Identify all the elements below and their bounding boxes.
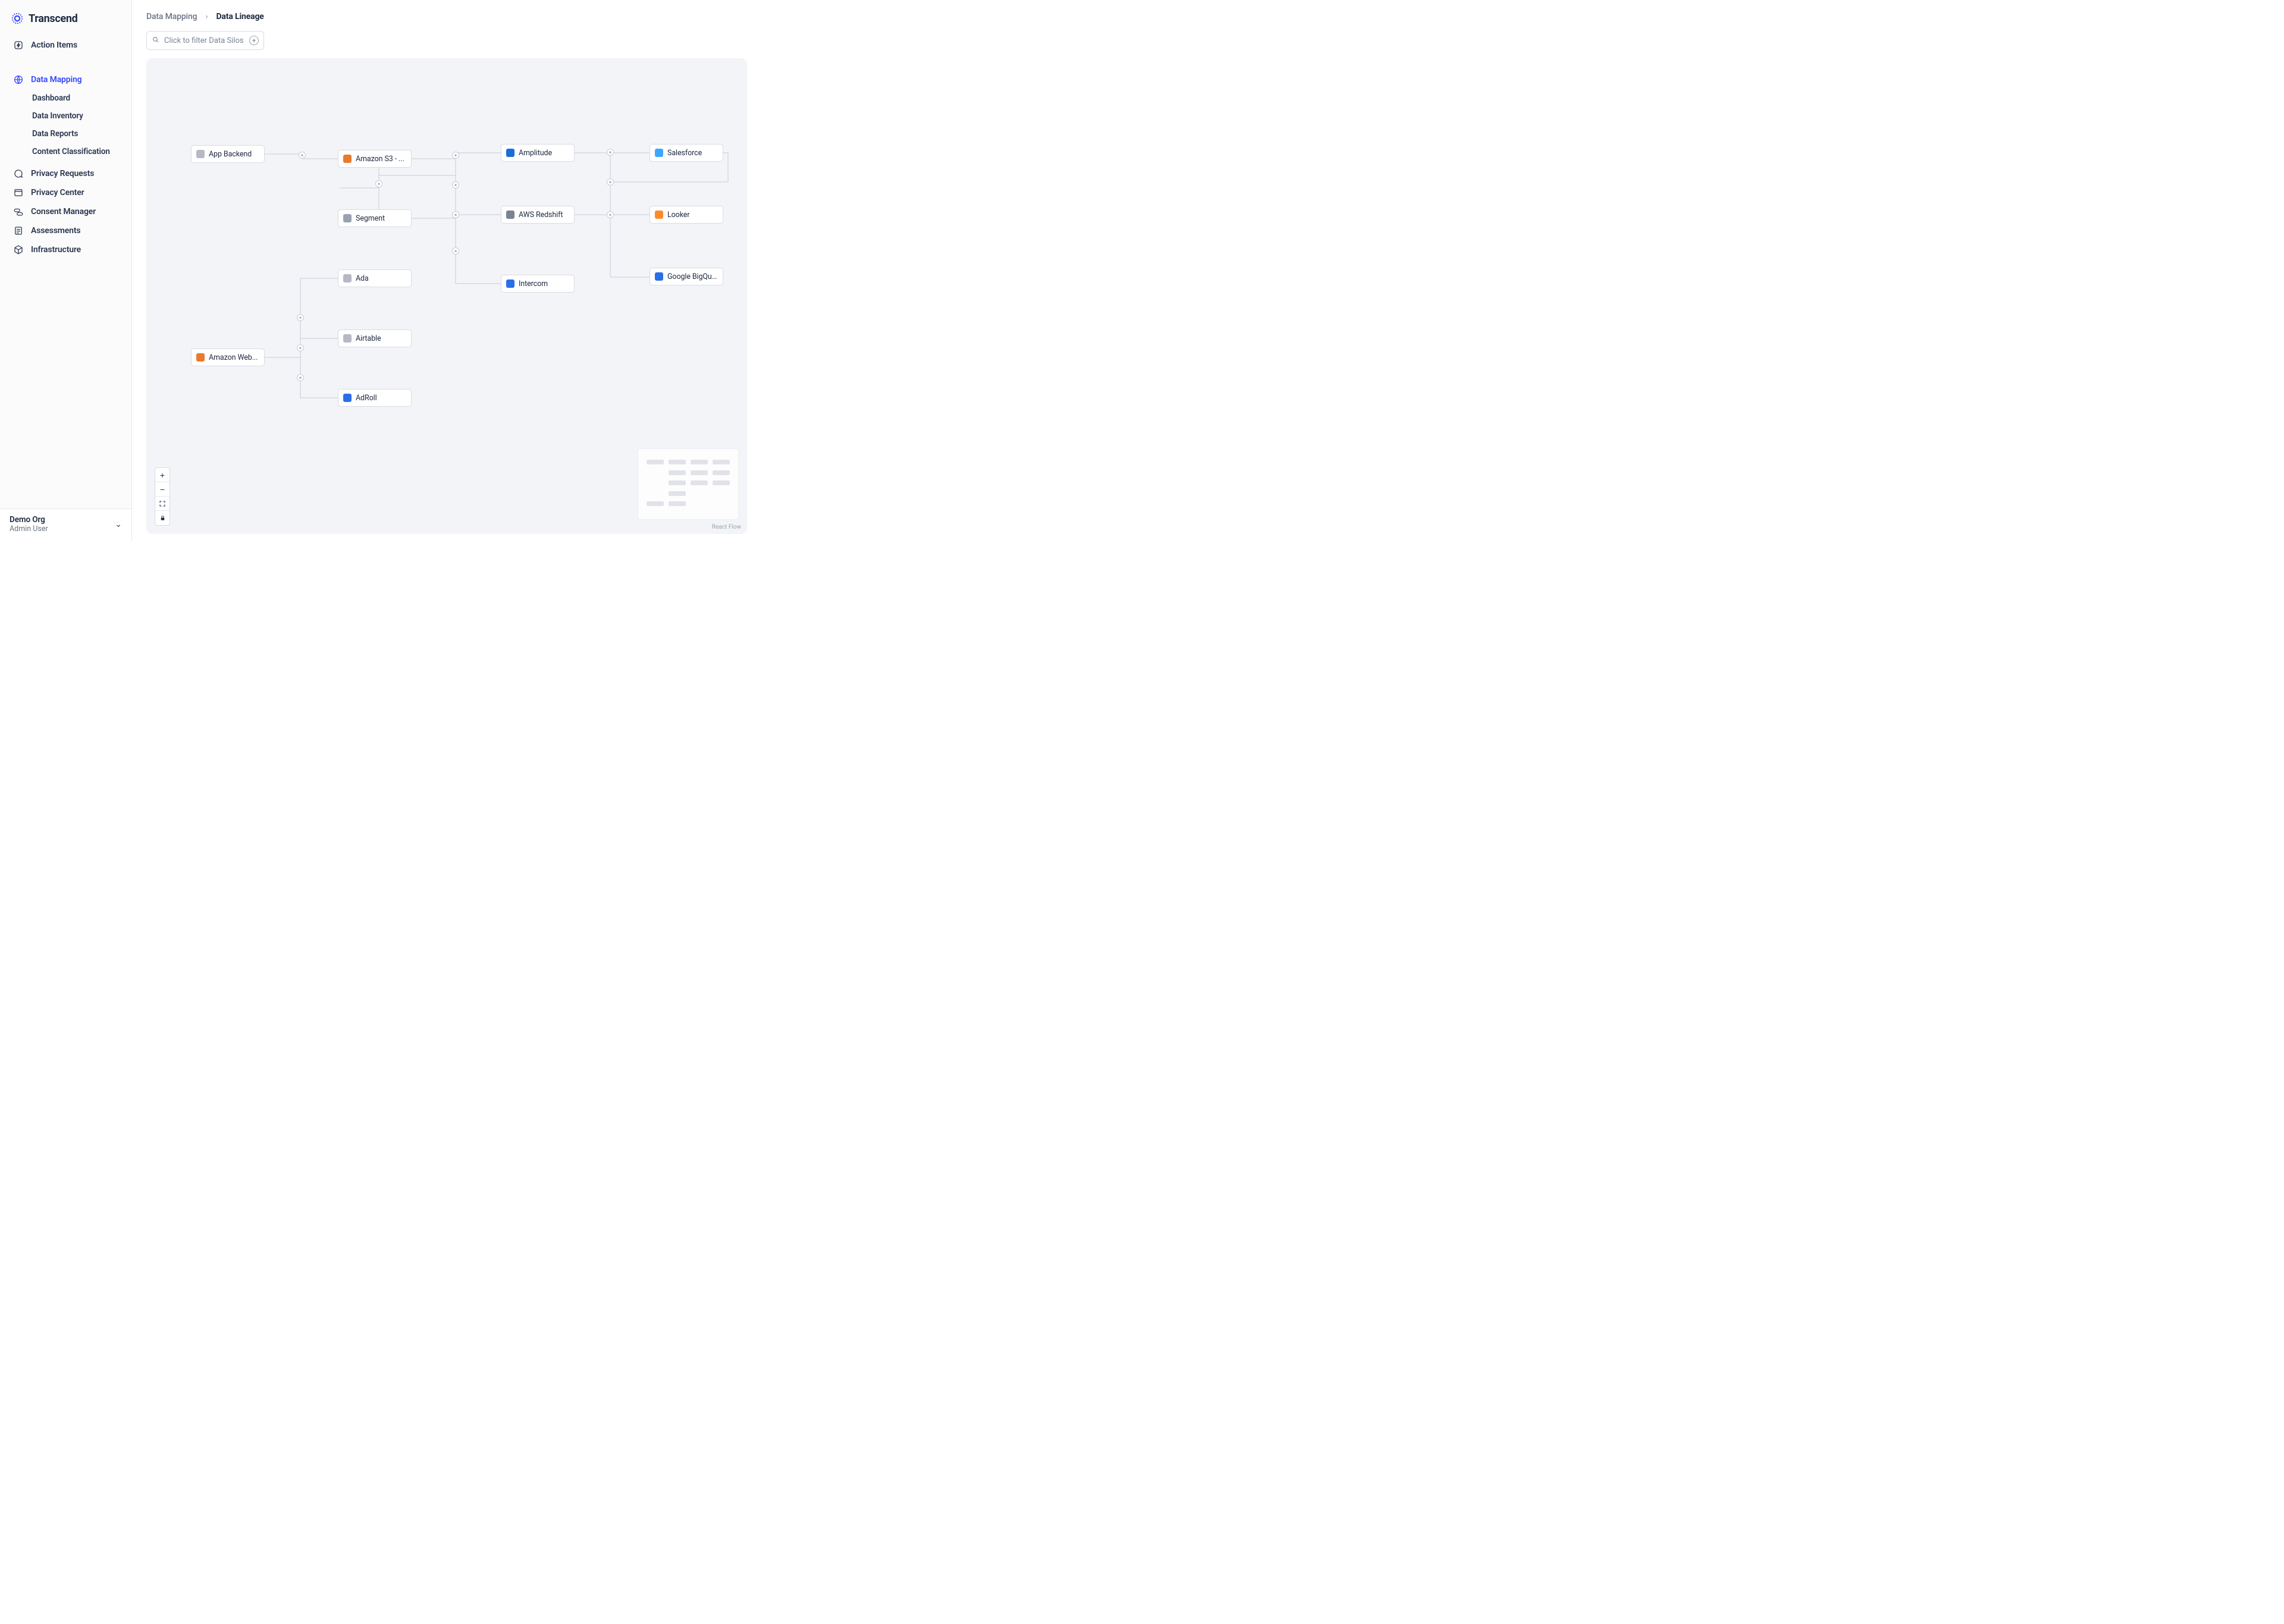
canvas-controls: + − bbox=[155, 467, 170, 526]
ada-icon bbox=[343, 274, 352, 282]
salesforce-icon bbox=[655, 149, 663, 157]
node-adroll[interactable]: AdRoll bbox=[338, 389, 412, 407]
node-aws-redshift[interactable]: AWS Redshift bbox=[501, 206, 575, 224]
adroll-icon bbox=[343, 394, 352, 402]
fit-view-button[interactable] bbox=[155, 497, 170, 511]
brand-logo[interactable]: Transcend bbox=[7, 10, 124, 36]
edge-delete[interactable]: × bbox=[607, 178, 614, 186]
user-name: Admin User bbox=[10, 524, 48, 534]
brand-name: Transcend bbox=[29, 12, 77, 25]
bigquery-icon bbox=[655, 272, 663, 281]
node-app-backend[interactable]: App Backend bbox=[191, 145, 265, 163]
add-filter-icon[interactable]: + bbox=[249, 36, 259, 45]
node-amazon-s3[interactable]: Amazon S3 - ... bbox=[338, 150, 412, 168]
sidebar-item-privacy-center[interactable]: Privacy Center bbox=[7, 183, 124, 202]
edge-delete[interactable]: × bbox=[297, 314, 304, 321]
sidebar-item-label: Action Items bbox=[31, 40, 77, 50]
airtable-icon bbox=[343, 334, 352, 343]
node-salesforce[interactable]: Salesforce bbox=[650, 144, 723, 162]
sidebar-item-privacy-requests[interactable]: Privacy Requests bbox=[7, 164, 124, 183]
aws-icon bbox=[196, 353, 205, 362]
sidebar-item-label: Data Mapping bbox=[31, 75, 81, 84]
sidebar-sub-content-classification[interactable]: Content Classification bbox=[7, 143, 124, 161]
node-segment[interactable]: Segment bbox=[338, 209, 412, 227]
sidebar-item-label: Consent Manager bbox=[31, 207, 96, 216]
globe-icon bbox=[13, 74, 24, 85]
sidebar: Transcend Action Items Data Mapping Dash… bbox=[0, 0, 132, 541]
s3-icon bbox=[343, 155, 352, 163]
sidebar-sub-data-inventory[interactable]: Data Inventory bbox=[7, 107, 124, 125]
breadcrumbs: Data Mapping › Data Lineage bbox=[132, 0, 761, 21]
zoom-out-button[interactable]: − bbox=[155, 482, 170, 497]
sidebar-sub-dashboard[interactable]: Dashboard bbox=[7, 89, 124, 107]
lineage-canvas[interactable]: App Backend Amazon S3 - ... Segment Ada … bbox=[146, 58, 747, 534]
node-looker[interactable]: Looker bbox=[650, 206, 723, 224]
org-name: Demo Org bbox=[10, 515, 48, 525]
breadcrumb-parent[interactable]: Data Mapping bbox=[146, 12, 197, 21]
edge-delete[interactable]: × bbox=[607, 149, 614, 156]
sidebar-item-assessments[interactable]: Assessments bbox=[7, 221, 124, 240]
sidebar-item-consent-manager[interactable]: Consent Manager bbox=[7, 202, 124, 221]
edge-delete[interactable]: × bbox=[607, 211, 614, 218]
chat-icon bbox=[13, 168, 24, 179]
intercom-icon bbox=[506, 279, 514, 288]
chevron-down-icon: ⌄ bbox=[115, 520, 122, 529]
sidebar-item-label: Infrastructure bbox=[31, 245, 81, 255]
edge-delete[interactable]: × bbox=[452, 247, 459, 255]
filter-data-silos[interactable]: Click to filter Data Silos + bbox=[146, 31, 264, 50]
server-icon bbox=[196, 150, 205, 158]
sidebar-item-label: Privacy Requests bbox=[31, 169, 94, 178]
edge-delete[interactable]: × bbox=[452, 181, 459, 189]
minimap[interactable] bbox=[638, 448, 739, 520]
edge-delete[interactable]: × bbox=[452, 152, 459, 159]
node-amplitude[interactable]: Amplitude bbox=[501, 144, 575, 162]
node-ada[interactable]: Ada bbox=[338, 269, 412, 287]
edge-delete[interactable]: × bbox=[375, 180, 382, 187]
amplitude-icon bbox=[506, 149, 514, 157]
sidebar-item-action-items[interactable]: Action Items bbox=[7, 36, 124, 55]
sidebar-item-data-mapping[interactable]: Data Mapping bbox=[7, 70, 124, 89]
edge-delete[interactable]: × bbox=[299, 152, 306, 159]
chevron-right-icon: › bbox=[205, 12, 208, 21]
main-content: Data Mapping › Data Lineage Click to fil… bbox=[132, 0, 761, 541]
looker-icon bbox=[655, 211, 663, 219]
search-icon bbox=[152, 36, 159, 46]
node-intercom[interactable]: Intercom bbox=[501, 275, 575, 293]
window-icon bbox=[13, 187, 24, 198]
toggle-icon bbox=[13, 206, 24, 217]
org-switcher[interactable]: Demo Org Admin User ⌄ bbox=[0, 508, 131, 542]
node-aws[interactable]: Amazon Web... bbox=[191, 348, 265, 366]
segment-icon bbox=[343, 214, 352, 222]
database-icon bbox=[506, 211, 514, 219]
bolt-icon bbox=[13, 40, 24, 51]
node-bigquery[interactable]: Google BigQuery bbox=[650, 268, 723, 285]
brand-mark-icon bbox=[11, 12, 24, 25]
breadcrumb-current: Data Lineage bbox=[216, 12, 263, 21]
edge-delete[interactable]: × bbox=[297, 374, 304, 381]
node-airtable[interactable]: Airtable bbox=[338, 329, 412, 347]
lock-button[interactable] bbox=[155, 511, 170, 525]
react-flow-attribution: React Flow bbox=[712, 524, 741, 530]
sidebar-item-label: Privacy Center bbox=[31, 188, 84, 197]
sidebar-item-label: Assessments bbox=[31, 226, 80, 235]
zoom-in-button[interactable]: + bbox=[155, 468, 170, 482]
edge-delete[interactable]: × bbox=[297, 344, 304, 351]
clipboard-icon bbox=[13, 225, 24, 236]
sidebar-sub-data-reports[interactable]: Data Reports bbox=[7, 125, 124, 143]
filter-placeholder: Click to filter Data Silos bbox=[164, 36, 244, 45]
cube-icon bbox=[13, 244, 24, 255]
edge-delete[interactable]: × bbox=[452, 211, 459, 218]
sidebar-item-infrastructure[interactable]: Infrastructure bbox=[7, 240, 124, 259]
